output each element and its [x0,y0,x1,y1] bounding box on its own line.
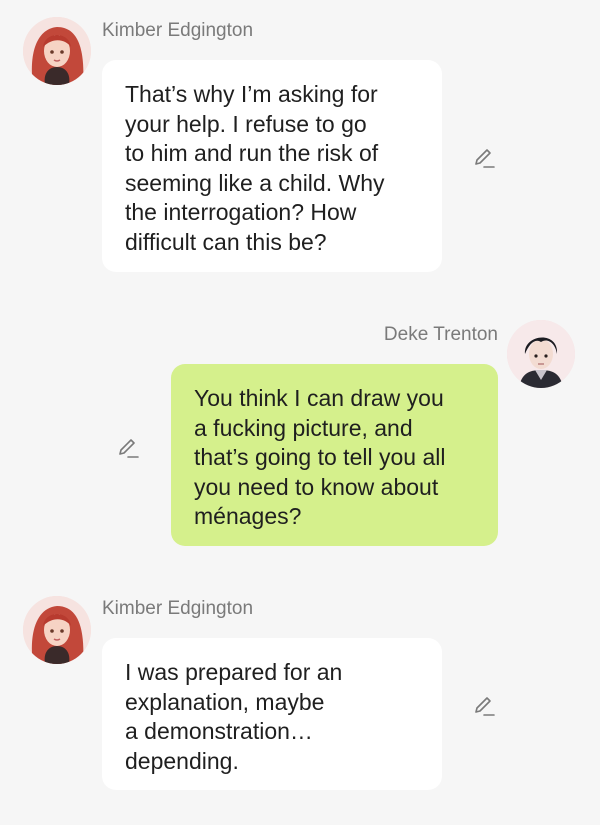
message-bubble[interactable]: You think I can draw you a fucking pictu… [171,364,498,546]
sender-name: Kimber Edgington [102,598,254,619]
message-line: explanation, maybe [125,688,325,715]
message-line: depending. [125,747,239,774]
avatar-kimber-icon [23,17,91,85]
sender-name: Kimber Edgington [102,20,254,41]
message-line: You think I can draw you [194,385,444,411]
message-line: to him and run the risk of [125,140,379,166]
message-line: a demonstration… [125,718,313,744]
message-line: a fucking picture, and [194,414,413,441]
message-line: your help. I refuse to go [125,110,367,137]
message-line: that’s going to tell you all [194,444,446,470]
edit-pencil-icon[interactable] [116,436,140,460]
message-line: you need to know about [194,473,439,500]
avatar-deke-icon [507,320,575,388]
avatar-kimber-icon [23,596,91,664]
message-line: seeming like a child. Why [125,169,385,196]
edit-pencil-icon[interactable] [472,146,496,170]
message-line: I was prepared for an [125,659,343,685]
message-line: difficult can this be? [125,228,327,255]
edit-pencil-icon[interactable] [472,694,496,718]
message-line: ménages? [194,503,302,529]
message-bubble[interactable]: That’s why I’m asking for your help. I r… [102,60,442,272]
message-line: the interrogation? How [125,199,357,225]
message-line: That’s why I’m asking for [125,81,378,107]
message-bubble[interactable]: I was prepared for an explanation, maybe… [102,638,442,790]
sender-name: Deke Trenton [383,324,498,345]
